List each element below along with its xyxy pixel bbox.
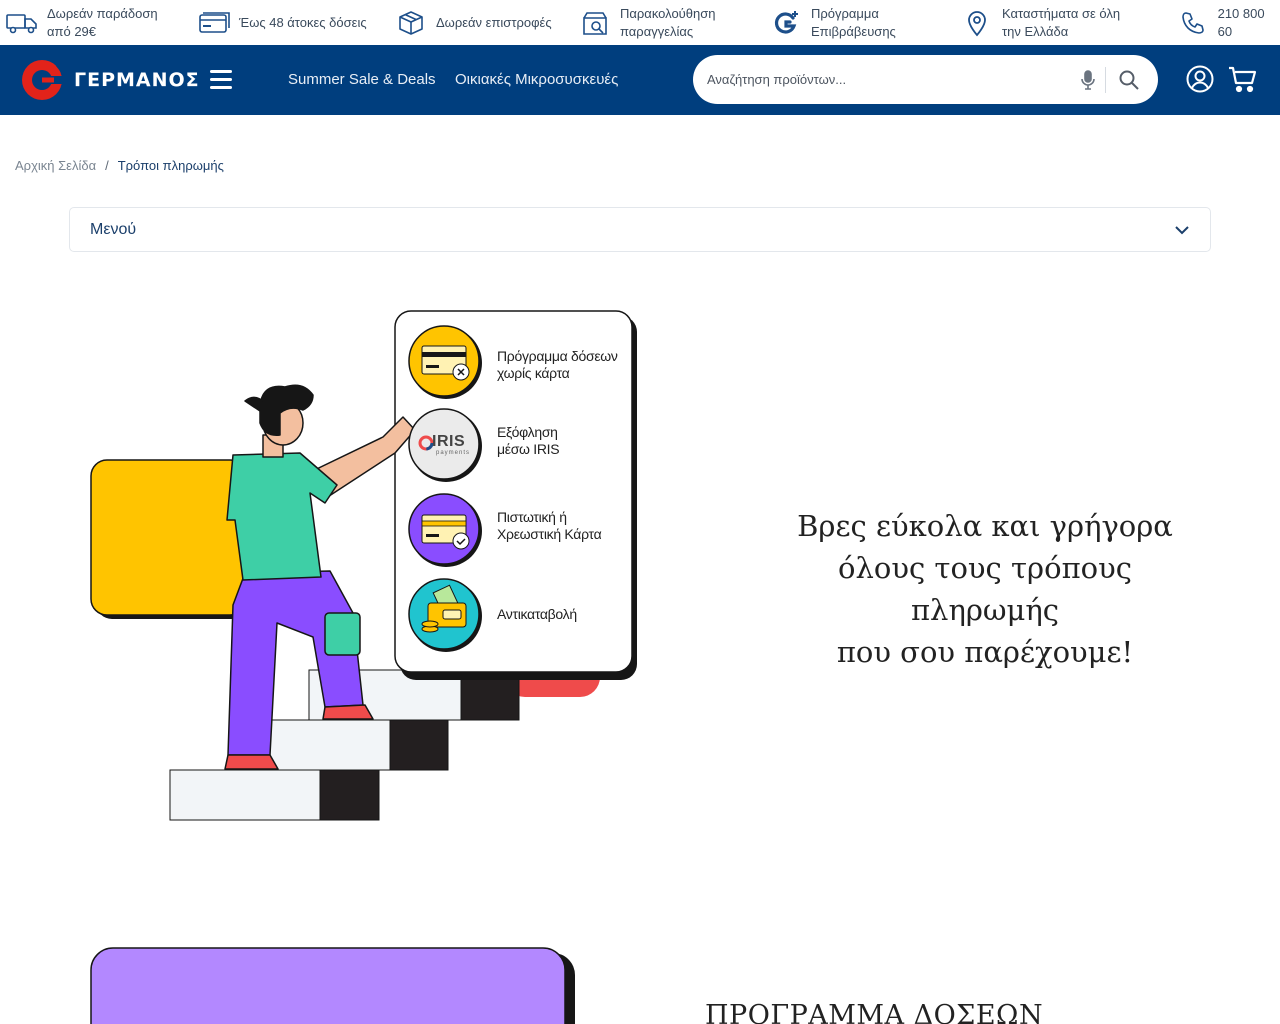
- store-location-icon: [960, 6, 994, 40]
- logo-text: ΓΕΡΜΑΝΟΣ: [74, 69, 200, 91]
- germanos-logo-icon: [22, 58, 64, 100]
- payment-methods-illustration: [90, 310, 637, 821]
- payment-option-label-1: Πρόγραμμα δόσεων χωρίς κάρτα: [497, 348, 618, 382]
- info-free-delivery[interactable]: Δωρεάν παράδοση από 29€: [5, 0, 158, 45]
- hamburger-menu-button[interactable]: [210, 70, 232, 90]
- option-label-line: Αντικαταβολή: [497, 606, 577, 622]
- payment-option-label-4: Αντικαταβολή: [497, 606, 577, 623]
- delivery-truck-icon: [5, 6, 39, 40]
- option-label-line: χωρίς κάρτα: [497, 365, 570, 381]
- hero-title: Βρες εύκολα και γρήγορα όλους τους τρόπο…: [760, 505, 1210, 673]
- info-line: Δωρεάν παράδοση: [47, 5, 158, 21]
- info-order-tracking[interactable]: Παρακολούθηση παραγγελίας: [578, 0, 716, 45]
- info-line: 210 800 60: [1217, 5, 1265, 39]
- phone-icon: [1177, 6, 1210, 40]
- menu-dropdown-label: Μενού: [90, 221, 137, 238]
- info-line: Έως 48 άτοκες δόσεις: [239, 14, 367, 30]
- section-title-installments: ΠΡΟΓΡΑΜΜΑ ΔΟΣΕΩΝ: [705, 1000, 1044, 1024]
- user-account-icon[interactable]: [1186, 65, 1214, 93]
- iris-logo-sub: payments: [436, 450, 470, 456]
- info-line: την Ελλάδα: [1002, 23, 1069, 39]
- iris-logo-text: IRIS: [432, 433, 466, 450]
- search-input[interactable]: [707, 67, 1067, 92]
- breadcrumb: Αρχική Σελίδα / Τρόποι πληρωμής: [15, 158, 224, 173]
- menu-dropdown[interactable]: Μενού: [69, 207, 1211, 252]
- order-tracking-icon: [578, 6, 612, 40]
- info-bar: Δωρεάν παράδοση από 29€ Έως 48 άτοκες δόσ…: [0, 0, 1280, 45]
- shopping-cart-icon[interactable]: [1228, 65, 1258, 93]
- payment-option-label-2: Εξόφληση μέσω IRIS: [497, 424, 560, 458]
- info-phone[interactable]: 210 800 60: [1177, 0, 1280, 45]
- info-line: Πρόγραμμα: [811, 5, 879, 21]
- search-bar: [693, 55, 1158, 104]
- hero-title-line: όλους τους τρόπους πληρωμής: [838, 551, 1132, 627]
- box-return-icon: [394, 6, 428, 40]
- germanos-logo[interactable]: ΓΕΡΜΑΝΟΣ: [20, 58, 200, 102]
- info-rewards-program[interactable]: Πρόγραμμα Επιβράβευσης: [769, 0, 896, 45]
- option-label-line: Χρεωστική Κάρτα: [497, 526, 602, 542]
- payment-option-label-3: Πιστωτική ή Χρεωστική Κάρτα: [497, 509, 602, 543]
- info-line: από 29€: [47, 23, 97, 39]
- info-line: παραγγελίας: [620, 23, 694, 39]
- hero-title-line: Βρες εύκολα και γρήγορα: [797, 509, 1173, 543]
- info-stores[interactable]: Καταστήματα σε όλη την Ελλάδα: [960, 0, 1120, 45]
- search-divider: [1105, 67, 1106, 93]
- nav-home-appliances[interactable]: Οικιακές Μικροσυσκευές: [455, 71, 618, 88]
- installments-illustration-card: [90, 947, 575, 1024]
- option-label-line: Εξόφληση: [497, 424, 558, 440]
- info-installments[interactable]: Έως 48 άτοκες δόσεις: [197, 0, 367, 45]
- option-label-line: Πιστωτική ή: [497, 509, 567, 525]
- rewards-program-icon: [769, 6, 803, 40]
- breadcrumb-current: Τρόποι πληρωμής: [117, 158, 224, 173]
- info-line: Καταστήματα σε όλη: [1002, 5, 1121, 21]
- option-label-line: μέσω IRIS: [497, 441, 560, 457]
- info-line: Παρακολούθηση: [620, 5, 716, 21]
- breadcrumb-separator: /: [105, 158, 109, 173]
- iris-logo-subtext: payments: [436, 450, 471, 456]
- info-free-returns[interactable]: Δωρεάν επιστροφές: [394, 0, 552, 45]
- credit-card-icon: [197, 6, 231, 40]
- main-header: ΓΕΡΜΑΝΟΣ Summer Sale & Deals Οικιακές Μι…: [0, 45, 1280, 115]
- iris-logo: IRIS: [432, 433, 465, 451]
- breadcrumb-home-link[interactable]: Αρχική Σελίδα: [15, 158, 96, 173]
- nav-summer-sale[interactable]: Summer Sale & Deals: [288, 71, 436, 88]
- search-icon[interactable]: [1117, 68, 1141, 92]
- microphone-icon[interactable]: [1079, 69, 1097, 91]
- info-line: Δωρεάν επιστροφές: [436, 14, 552, 30]
- chevron-down-icon: [1175, 226, 1189, 235]
- info-line: Επιβράβευσης: [811, 23, 896, 39]
- hero-title-line: που σου παρέχουμε!: [836, 635, 1134, 669]
- option-label-line: Πρόγραμμα δόσεων: [497, 348, 618, 364]
